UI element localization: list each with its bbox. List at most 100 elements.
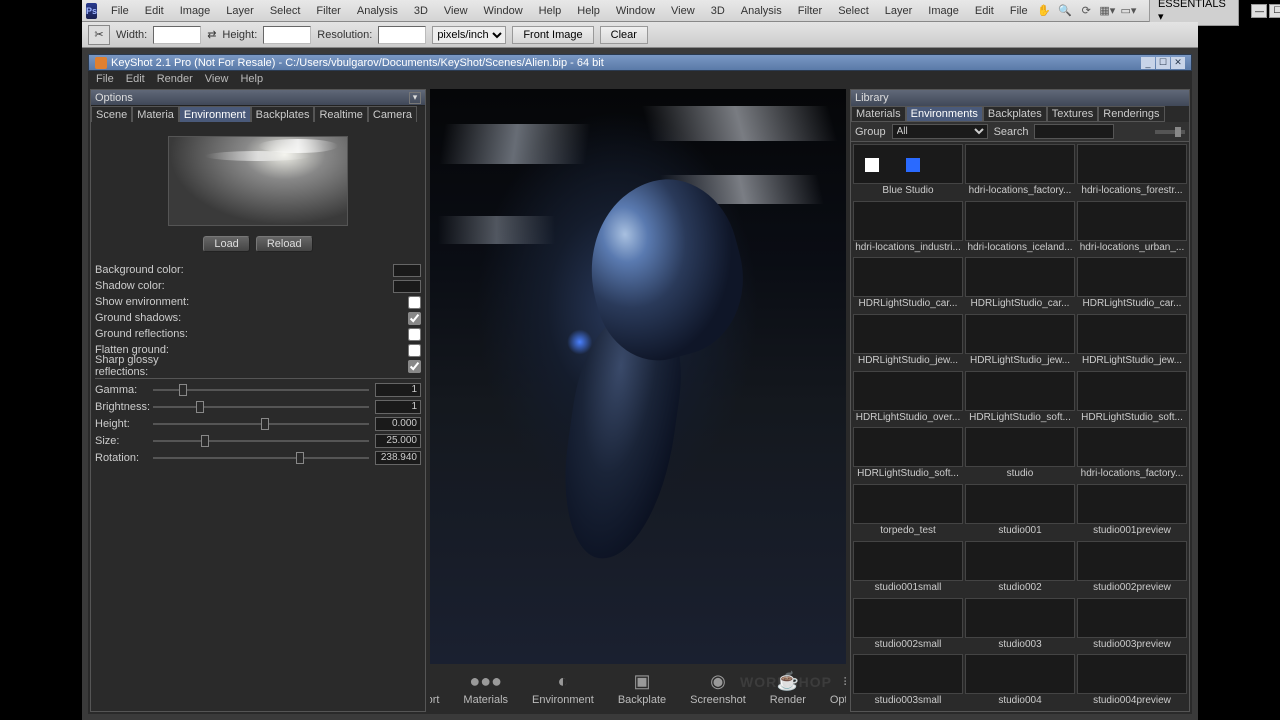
menu-3d[interactable]: 3D: [703, 5, 733, 17]
env-thumb[interactable]: HDRLightStudio_car...: [1077, 257, 1187, 312]
rotate-icon[interactable]: ⟳: [1078, 2, 1095, 20]
libtab-backplates[interactable]: Backplates: [983, 106, 1047, 122]
hand-icon[interactable]: ✋: [1036, 2, 1053, 20]
library-grid[interactable]: Blue Studio hdri-locations_factory... hdri…: [851, 142, 1189, 711]
gamma-slider[interactable]: [153, 389, 369, 391]
ks-minimize[interactable]: _: [1141, 57, 1155, 69]
height-value[interactable]: 0.000: [375, 417, 421, 431]
swap-icon[interactable]: ⇄: [207, 28, 216, 41]
env-thumb[interactable]: Blue Studio: [853, 144, 963, 199]
bgcolor-swatch[interactable]: [393, 264, 421, 277]
height-input[interactable]: [263, 26, 311, 44]
env-thumb[interactable]: hdri-locations_iceland...: [965, 201, 1075, 256]
env-thumb[interactable]: HDRLightStudio_jew...: [965, 314, 1075, 369]
group-select[interactable]: All: [892, 124, 988, 139]
ks-menu-view[interactable]: View: [199, 73, 235, 85]
env-thumb[interactable]: torpedo_test: [853, 484, 963, 539]
slider-icon[interactable]: [1155, 130, 1185, 134]
env-thumb[interactable]: HDRLightStudio_soft...: [965, 371, 1075, 426]
size-slider[interactable]: [153, 440, 369, 442]
groundshad-checkbox[interactable]: [408, 312, 421, 325]
menu-layer[interactable]: Layer: [218, 5, 262, 17]
resolution-input[interactable]: [378, 26, 426, 44]
ks-menu-render[interactable]: Render: [151, 73, 199, 85]
env-thumb[interactable]: HDRLightStudio_jew...: [853, 314, 963, 369]
menu-analysis[interactable]: Analysis: [733, 5, 790, 17]
menu-filter[interactable]: Filter: [308, 5, 348, 17]
tool-import[interactable]: ↘Import: [430, 670, 439, 706]
libtab-materials[interactable]: Materials: [851, 106, 906, 122]
clear-button[interactable]: Clear: [600, 26, 648, 44]
load-button[interactable]: Load: [203, 236, 249, 252]
env-thumb[interactable]: studio001small: [853, 541, 963, 596]
tab-realtime[interactable]: Realtime: [314, 106, 367, 122]
env-thumb[interactable]: HDRLightStudio_car...: [965, 257, 1075, 312]
minimize-button[interactable]: —: [1251, 4, 1267, 18]
zoom-icon[interactable]: 🔍: [1057, 2, 1074, 20]
menu-help[interactable]: Help: [569, 5, 608, 17]
options-close-icon[interactable]: ▾: [409, 92, 421, 104]
width-input[interactable]: [153, 26, 201, 44]
menu-layer[interactable]: Layer: [877, 5, 921, 17]
menu-file[interactable]: File: [1002, 5, 1036, 17]
menu-edit[interactable]: Edit: [967, 5, 1002, 17]
menu-window[interactable]: Window: [476, 5, 531, 17]
menu-select[interactable]: Select: [830, 5, 877, 17]
env-thumb[interactable]: studio004preview: [1077, 654, 1187, 709]
showenv-checkbox[interactable]: [408, 296, 421, 309]
libtab-textures[interactable]: Textures: [1047, 106, 1099, 122]
env-thumb[interactable]: HDRLightStudio_car...: [853, 257, 963, 312]
env-thumb[interactable]: hdri-locations_forestr...: [1077, 144, 1187, 199]
ks-menu-help[interactable]: Help: [234, 73, 269, 85]
env-thumb[interactable]: hdri-locations_factory...: [1077, 427, 1187, 482]
env-thumb[interactable]: hdri-locations_industri...: [853, 201, 963, 256]
env-thumb[interactable]: HDRLightStudio_jew...: [1077, 314, 1187, 369]
menu-edit[interactable]: Edit: [137, 5, 172, 17]
tool-options[interactable]: ≡Options: [830, 670, 846, 706]
menu-help[interactable]: Help: [531, 5, 570, 17]
menu-view[interactable]: View: [663, 5, 703, 17]
shadowcolor-swatch[interactable]: [393, 280, 421, 293]
env-thumb[interactable]: studio002: [965, 541, 1075, 596]
libtab-environments[interactable]: Environments: [906, 106, 983, 122]
env-thumb[interactable]: studio004: [965, 654, 1075, 709]
env-thumb[interactable]: studio003preview: [1077, 598, 1187, 653]
menu-analysis[interactable]: Analysis: [349, 5, 406, 17]
render-viewport[interactable]: ↘Import●●●Materials◐Environment▣Backplat…: [430, 89, 846, 712]
env-thumb[interactable]: studio003: [965, 598, 1075, 653]
rot-slider[interactable]: [153, 457, 369, 459]
size-value[interactable]: 25.000: [375, 434, 421, 448]
groundrefl-checkbox[interactable]: [408, 328, 421, 341]
tool-screenshot[interactable]: ◉Screenshot: [690, 670, 746, 706]
env-thumb[interactable]: HDRLightStudio_over...: [853, 371, 963, 426]
reload-button[interactable]: Reload: [256, 236, 313, 252]
ks-close[interactable]: ✕: [1171, 57, 1185, 69]
env-thumb[interactable]: studio: [965, 427, 1075, 482]
tab-scene[interactable]: Scene: [91, 106, 132, 122]
env-thumb[interactable]: studio002small: [853, 598, 963, 653]
menu-image[interactable]: Image: [172, 5, 219, 17]
search-input[interactable]: [1034, 124, 1114, 139]
env-thumb[interactable]: HDRLightStudio_soft...: [853, 427, 963, 482]
menu-window[interactable]: Window: [608, 5, 663, 17]
menu-filter[interactable]: Filter: [790, 5, 830, 17]
tool-backplate[interactable]: ▣Backplate: [618, 670, 666, 706]
front-image-button[interactable]: Front Image: [512, 26, 593, 44]
height-slider[interactable]: [153, 423, 369, 425]
flatten-checkbox[interactable]: [408, 344, 421, 357]
menu-image[interactable]: Image: [920, 5, 967, 17]
env-thumb[interactable]: HDRLightStudio_soft...: [1077, 371, 1187, 426]
env-thumb[interactable]: studio003small: [853, 654, 963, 709]
menu-file[interactable]: File: [103, 5, 137, 17]
maximize-button[interactable]: ☐: [1269, 4, 1280, 18]
tab-environment[interactable]: Environment: [179, 106, 251, 122]
tab-materia[interactable]: Materia: [132, 106, 179, 122]
rot-value[interactable]: 238.940: [375, 451, 421, 465]
env-thumb[interactable]: studio001preview: [1077, 484, 1187, 539]
tool-materials[interactable]: ●●●Materials: [463, 670, 508, 706]
env-thumb[interactable]: studio001: [965, 484, 1075, 539]
tab-camera[interactable]: Camera: [368, 106, 417, 122]
crop-tool-icon[interactable]: ✂: [88, 25, 110, 45]
arrange-icon[interactable]: ▦▾: [1099, 2, 1116, 20]
screen-mode-icon[interactable]: ▭▾: [1120, 2, 1137, 20]
